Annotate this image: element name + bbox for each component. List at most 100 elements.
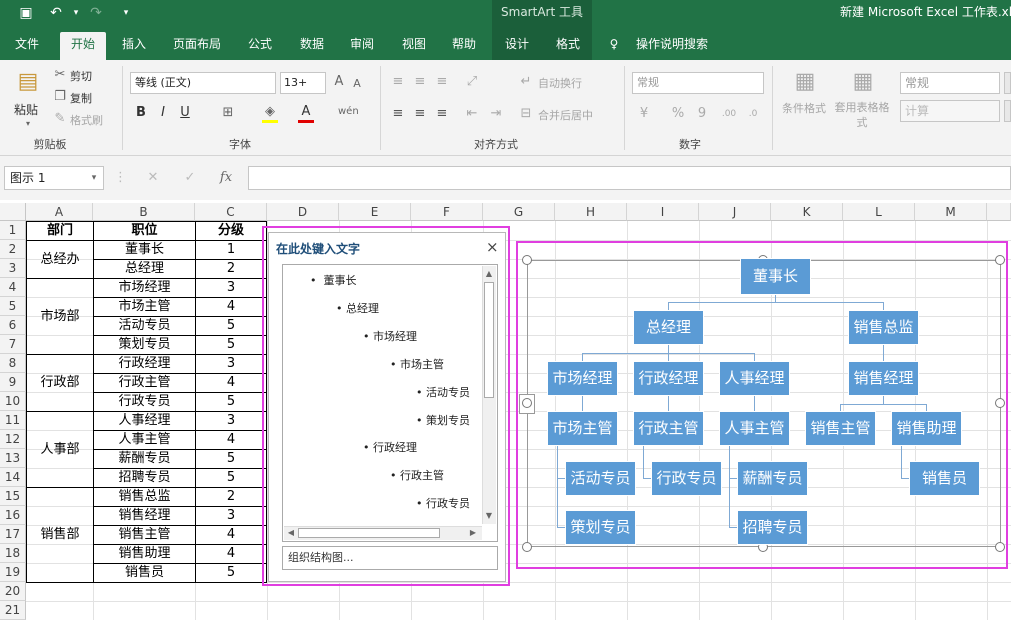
resize-handle[interactable] [522,255,532,265]
position-cell[interactable]: 人事主管 [94,430,195,449]
column-header-partial[interactable] [987,203,1011,221]
level-cell[interactable]: 3 [196,278,266,297]
align-left-icon[interactable]: ≡ [390,106,406,122]
align-bottom-icon[interactable]: ≡ [434,74,450,90]
formula-input[interactable] [248,166,1011,190]
comma-icon[interactable]: 9 [694,106,710,122]
tab-format[interactable]: 格式 [546,30,590,60]
row-header[interactable]: 8 [0,354,26,373]
paste-dropdown-icon[interactable]: ▾ [22,116,34,132]
level-cell[interactable]: 3 [196,411,266,430]
position-cell[interactable]: 招聘专员 [94,468,195,487]
redo-icon[interactable]: ↷ [86,4,106,22]
row-header[interactable]: 14 [0,468,26,487]
level-cell[interactable]: 1 [196,240,266,259]
row-header[interactable]: 17 [0,525,26,544]
column-header[interactable]: J [699,203,771,221]
org-node[interactable]: 市场经理 [547,361,618,396]
level-cell[interactable]: 4 [196,373,266,392]
row-header[interactable]: 15 [0,487,26,506]
paste-icon[interactable]: ▤ [14,68,42,98]
org-node[interactable]: 行政经理 [633,361,704,396]
font-name-select[interactable]: 等线 (正文) [130,72,276,94]
text-pane-item[interactable]: • 董事长 [310,272,356,288]
org-node[interactable]: 行政主管 [633,411,704,446]
wrap-text-button[interactable]: 自动换行 [538,75,582,91]
tab-data[interactable]: 数据 [290,30,334,60]
row-header[interactable]: 2 [0,240,26,259]
number-format-select[interactable]: 常规 [632,72,764,94]
row-header[interactable]: 13 [0,449,26,468]
align-middle-icon[interactable]: ≡ [412,74,428,90]
text-pane-item[interactable]: • 行政经理 [363,439,417,455]
tab-file[interactable]: 文件 [6,30,48,60]
row-header[interactable]: 3 [0,259,26,278]
org-node[interactable]: 薪酬专员 [737,461,808,496]
org-chart-link[interactable]: 组织结构图... [282,546,498,570]
column-header[interactable]: D [267,203,339,221]
dept-cell[interactable]: 人事部 [27,440,93,459]
level-cell[interactable]: 4 [196,525,266,544]
conditional-format-button[interactable]: 条件格式 [782,100,826,116]
position-cell[interactable]: 销售员 [94,563,195,582]
tab-help[interactable]: 帮助 [442,30,486,60]
row-header[interactable]: 19 [0,563,26,582]
org-node[interactable]: 行政专员 [651,461,722,496]
column-header[interactable]: C [195,203,267,221]
org-node[interactable]: 人事主管 [719,411,790,446]
org-node[interactable]: 销售员 [909,461,980,496]
position-cell[interactable]: 销售经理 [94,506,195,525]
level-cell[interactable]: 2 [196,487,266,506]
undo-icon[interactable]: ↶ [46,4,66,22]
row-header[interactable]: 20 [0,582,26,601]
position-cell[interactable]: 市场经理 [94,278,195,297]
level-cell[interactable]: 3 [196,506,266,525]
dept-cell[interactable]: 行政部 [27,373,93,392]
increase-indent-icon[interactable]: ⇥ [488,106,504,122]
position-cell[interactable]: 总经理 [94,259,195,278]
underline-button[interactable]: U [178,105,192,121]
position-cell[interactable]: 活动专员 [94,316,195,335]
bold-button[interactable]: B [134,105,148,121]
org-node[interactable]: 董事长 [740,258,811,295]
resize-handle[interactable] [995,255,1005,265]
level-cell[interactable]: 5 [196,392,266,411]
smartart-frame[interactable] [527,260,1001,547]
level-cell[interactable]: 4 [196,544,266,563]
org-node[interactable]: 销售总监 [848,310,919,345]
text-pane-item[interactable]: • 行政主管 [390,467,444,483]
row-header[interactable]: 4 [0,278,26,297]
level-cell[interactable]: 3 [196,354,266,373]
org-node[interactable]: 市场主管 [547,411,618,446]
org-node[interactable]: 策划专员 [565,510,636,545]
level-cell[interactable]: 5 [196,316,266,335]
close-icon[interactable]: × [486,238,499,256]
name-box-dropdown-icon[interactable]: ▾ [88,170,100,186]
cut-button[interactable]: 剪切 [70,68,92,84]
tell-me-search[interactable]: 操作说明搜索 [632,30,712,60]
text-pane-item[interactable]: • 活动专员 [416,384,470,400]
row-header[interactable]: 7 [0,335,26,354]
column-header[interactable]: F [411,203,483,221]
position-cell[interactable]: 销售总监 [94,487,195,506]
column-header[interactable]: A [26,203,93,221]
copy-button[interactable]: 复制 [70,90,92,106]
dept-cell[interactable]: 总经办 [27,250,93,269]
position-cell[interactable]: 行政主管 [94,373,195,392]
border-icon[interactable]: ⊞ [220,105,236,121]
currency-icon[interactable]: ¥ [636,106,652,122]
resize-handle[interactable] [522,542,532,552]
enter-icon[interactable]: ✓ [182,170,198,186]
cell-style-normal[interactable]: 常规 [900,72,1000,94]
tab-review[interactable]: 审阅 [340,30,384,60]
dept-cell[interactable]: 销售部 [27,525,93,544]
level-cell[interactable]: 5 [196,335,266,354]
org-node[interactable]: 总经理 [633,310,704,345]
org-node[interactable]: 销售主管 [805,411,876,446]
column-header[interactable]: G [483,203,555,221]
table-header-dept[interactable]: 部门 [27,221,93,240]
position-cell[interactable]: 人事经理 [94,411,195,430]
position-cell[interactable]: 董事长 [94,240,195,259]
level-cell[interactable]: 4 [196,430,266,449]
row-header[interactable]: 16 [0,506,26,525]
